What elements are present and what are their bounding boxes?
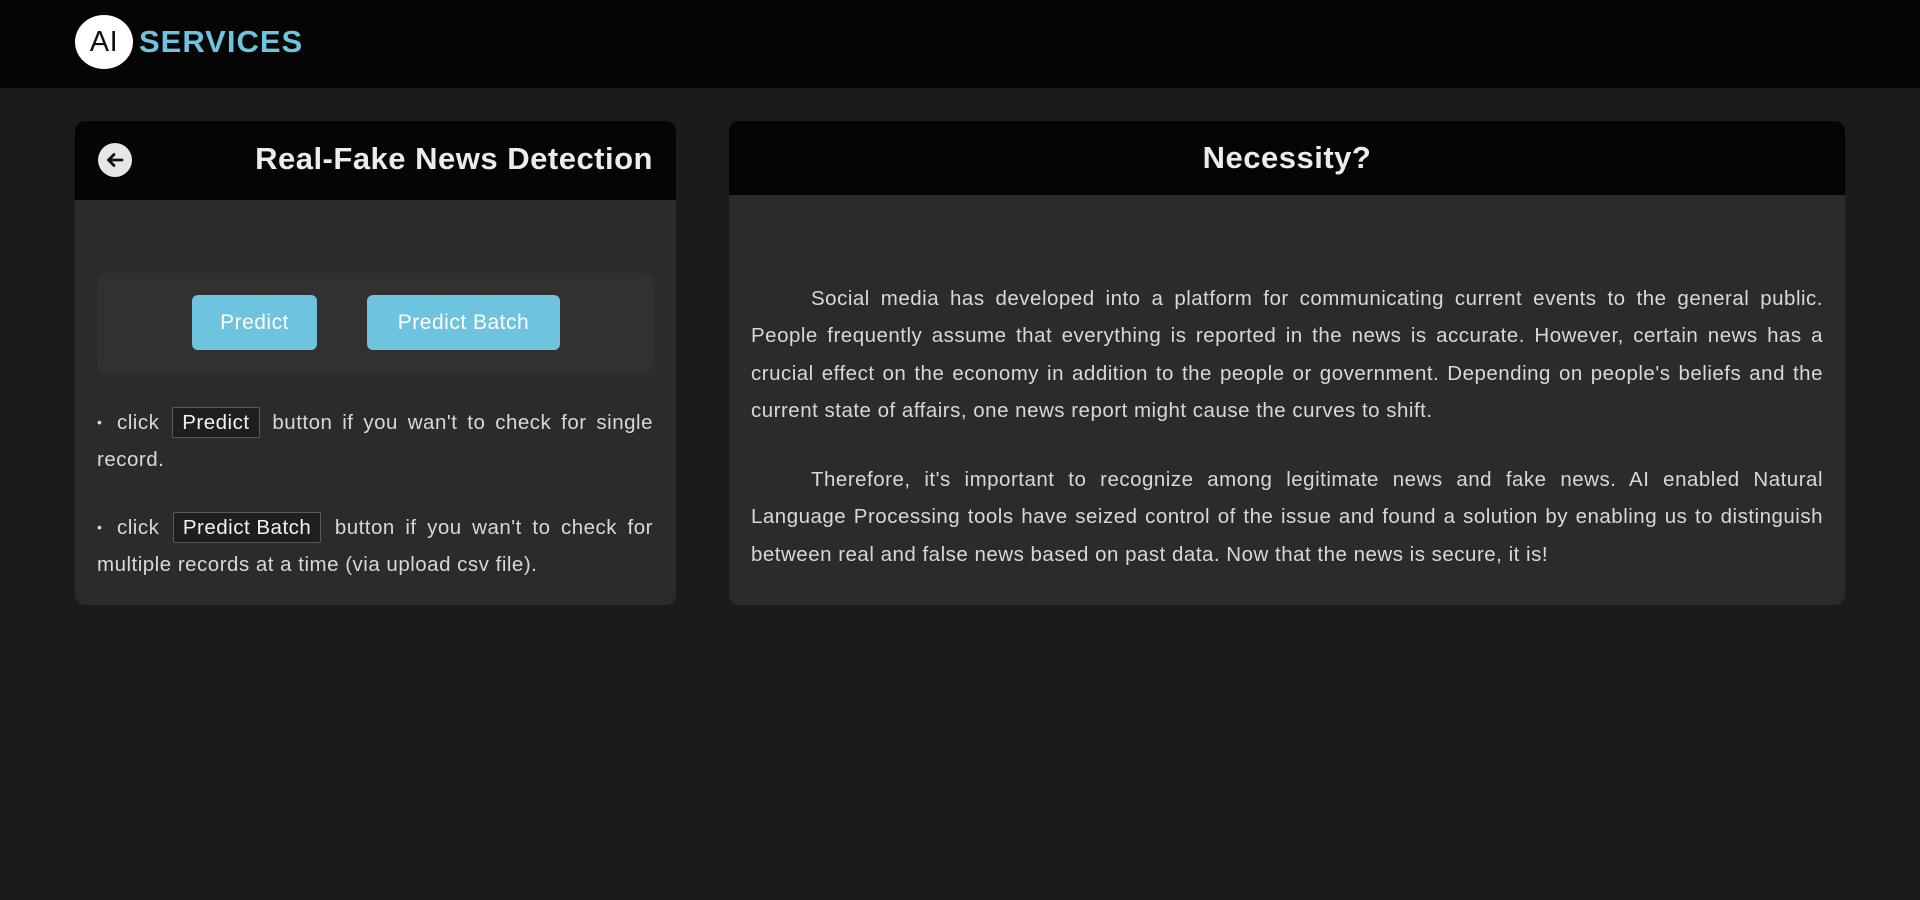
bullet: • [97,519,103,535]
back-arrow-icon[interactable] [98,143,132,177]
paragraph: Therefore, it's important to recognize a… [751,468,1823,566]
detection-card-header: Real-Fake News Detection [75,121,676,200]
logo-badge: AI [75,15,133,69]
instruction-prefix: click [117,516,160,539]
predict-batch-key-label: Predict Batch [172,512,322,543]
page-title: Real-Fake News Detection [255,141,653,176]
necessity-card: Necessity? Social media has developed in… [729,121,1845,605]
predict-button[interactable]: Predict [192,295,317,350]
instruction-item: • click Predict Batch button if you wan't… [97,509,653,583]
bullet: • [97,414,103,430]
action-panel: Predict Predict Batch [97,273,653,373]
instruction-item: • click Predict button if you wan't to ch… [97,404,653,478]
detection-card: Real-Fake News Detection Predict Predict… [75,121,676,605]
section-title: Necessity? [1202,140,1372,175]
predict-batch-button[interactable]: Predict Batch [367,295,560,350]
paragraph: Social media has developed into a platfo… [751,287,1823,422]
brand-name: SERVICES [139,24,304,59]
predict-key-label: Predict [172,407,260,438]
navbar: AI SERVICES [0,0,1920,88]
instruction-prefix: click [117,411,160,434]
brand-logo[interactable]: AI SERVICES [75,15,303,69]
necessity-card-header: Necessity? [729,121,1845,195]
logo-text: AI [89,25,119,58]
